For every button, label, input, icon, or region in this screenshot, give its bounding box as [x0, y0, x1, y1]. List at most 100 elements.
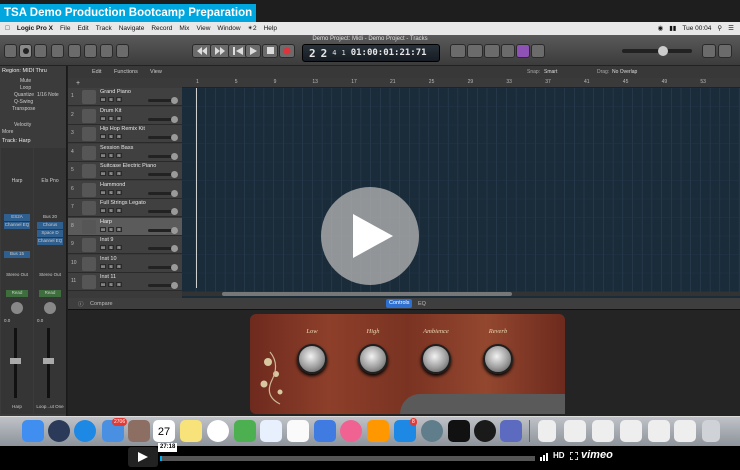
track-row[interactable]: 1 Grand Piano M S R: [68, 88, 182, 106]
scissors-button[interactable]: [116, 44, 129, 58]
photos-icon[interactable]: [260, 420, 282, 442]
spotlight-icon[interactable]: ⚲: [717, 22, 722, 35]
strip-a-bus[interactable]: Bus 15: [4, 251, 30, 258]
track-name[interactable]: Full Strings Legato: [100, 200, 146, 206]
strip-b-send-2[interactable]: Channel EQ: [37, 238, 63, 245]
solo-button[interactable]: S: [108, 134, 114, 139]
menu-track[interactable]: Track: [96, 22, 112, 35]
track-name[interactable]: Inst 9: [100, 237, 113, 243]
mute-button[interactable]: M: [100, 152, 106, 158]
compare-button[interactable]: Compare: [90, 301, 113, 307]
horizontal-scrollbar[interactable]: [182, 292, 740, 296]
help-button[interactable]: [51, 44, 64, 58]
master-volume-slider[interactable]: [622, 46, 692, 56]
strip-b-fader[interactable]: [43, 328, 54, 398]
strip-a-name[interactable]: Harp: [5, 178, 29, 184]
menu-view[interactable]: View: [196, 22, 210, 35]
solo-button[interactable]: S: [108, 189, 114, 195]
menu-record[interactable]: Record: [151, 22, 172, 35]
track-name[interactable]: Inst 10: [100, 256, 117, 262]
knob-ambience[interactable]: [421, 344, 451, 374]
track-header[interactable]: Track: Harp: [2, 138, 31, 145]
folder-stack-icon[interactable]: [564, 420, 586, 442]
system-preferences-icon[interactable]: [421, 420, 443, 442]
knob-low[interactable]: [297, 344, 327, 374]
local-menu-functions[interactable]: Functions: [114, 69, 138, 75]
strip-b-output[interactable]: Stereo Out: [37, 272, 63, 277]
tuner-button[interactable]: [484, 44, 500, 58]
strip-a-automation[interactable]: Read: [6, 290, 28, 297]
solo-button[interactable]: S: [108, 115, 114, 121]
track-row[interactable]: 7 Full Strings Legato M S R: [68, 199, 182, 217]
volume-icon[interactable]: [540, 451, 550, 461]
facetime-icon[interactable]: [234, 420, 256, 442]
strip-b-plugin[interactable]: Chorus: [37, 222, 63, 229]
track-name[interactable]: Harp: [100, 219, 112, 225]
keynote-icon[interactable]: [314, 420, 336, 442]
strip-a-eq[interactable]: Channel EQ: [4, 222, 30, 229]
track-row[interactable]: 9 Inst 9 MSR: [68, 236, 182, 254]
drag-value[interactable]: No Overlap: [612, 69, 637, 75]
track-row[interactable]: 6 Hammond M S R: [68, 180, 182, 199]
record-enable-button[interactable]: R: [116, 226, 122, 232]
region-header[interactable]: Region: MIDI Thru: [2, 68, 47, 75]
record-enable-button[interactable]: R: [116, 189, 122, 195]
video-title[interactable]: TSA Demo Production Bootcamp Preparation: [0, 4, 257, 22]
contacts-icon[interactable]: [128, 420, 150, 442]
downloads-stack-icon[interactable]: [620, 420, 642, 442]
smart-controls-button[interactable]: [68, 44, 81, 58]
trash-icon[interactable]: [702, 420, 720, 442]
strip-a-output[interactable]: Stereo Out: [4, 272, 30, 277]
track-name[interactable]: Grand Piano: [100, 89, 131, 95]
media-icon[interactable]: [500, 420, 522, 442]
inspector-button[interactable]: [19, 44, 32, 58]
list-editors-button[interactable]: [702, 44, 716, 58]
strip-a-pan-knob[interactable]: [11, 302, 23, 314]
record-enable-button[interactable]: R: [116, 208, 122, 213]
track-volume-slider[interactable]: [148, 152, 178, 160]
track-name[interactable]: Suitcase Electric Piano: [100, 163, 156, 169]
knob-high[interactable]: [358, 344, 388, 374]
menu-help[interactable]: Help: [264, 22, 277, 35]
record-enable-button[interactable]: R: [116, 134, 122, 139]
numbers-icon[interactable]: [287, 420, 309, 442]
track-volume-slider[interactable]: [148, 134, 178, 141]
forward-button[interactable]: [210, 44, 230, 58]
more-disclosure[interactable]: More: [2, 129, 13, 136]
mute-button[interactable]: M: [100, 208, 106, 213]
screenflow-icon[interactable]: [474, 420, 496, 442]
track-row[interactable]: 10 Inst 10 M S R: [68, 254, 182, 273]
solo-button[interactable]: S: [108, 263, 114, 269]
track-volume-slider[interactable]: [148, 226, 178, 234]
track-row[interactable]: 3 Hip Hop Remix Kit M S R: [68, 125, 182, 143]
finder-icon[interactable]: [22, 420, 44, 442]
local-menu-view[interactable]: View: [150, 69, 162, 75]
mixer-button[interactable]: [84, 44, 97, 58]
strip-b-bus[interactable]: Bus 20: [37, 214, 63, 219]
apple-icon[interactable]: : [5, 22, 10, 35]
record-enable-button[interactable]: R: [116, 115, 122, 121]
wifi-icon[interactable]: ◉: [658, 22, 664, 35]
mute-button[interactable]: M: [100, 97, 106, 102]
screenshots-stack-icon[interactable]: [592, 420, 614, 442]
track-volume-slider[interactable]: [148, 171, 178, 178]
add-track-icon[interactable]: +: [76, 80, 80, 87]
record-enable-button[interactable]: R: [116, 171, 122, 176]
strip-a-fader[interactable]: [10, 328, 21, 398]
mute-button[interactable]: M: [100, 245, 106, 250]
menu-edit[interactable]: Edit: [77, 22, 88, 35]
browser-button[interactable]: [718, 44, 732, 58]
library-button[interactable]: [4, 44, 17, 58]
track-name[interactable]: Hip Hop Remix Kit: [100, 126, 145, 132]
quantize-value[interactable]: 1/16 Note: [37, 92, 59, 99]
replace-button[interactable]: [467, 44, 483, 58]
track-name[interactable]: Session Bass: [100, 145, 133, 151]
track-row[interactable]: 11 Inst 11 M S R: [68, 273, 182, 291]
safari-icon[interactable]: [74, 420, 96, 442]
notes-icon[interactable]: [180, 420, 202, 442]
track-row[interactable]: 4 Session Bass M S R: [68, 143, 182, 162]
mute-button[interactable]: M: [100, 115, 106, 121]
notifications-icon[interactable]: ☰: [728, 22, 734, 35]
record-enable-button[interactable]: R: [116, 263, 122, 269]
video-player[interactable]: TSA Demo Production Bootcamp Preparation…: [0, 0, 740, 470]
